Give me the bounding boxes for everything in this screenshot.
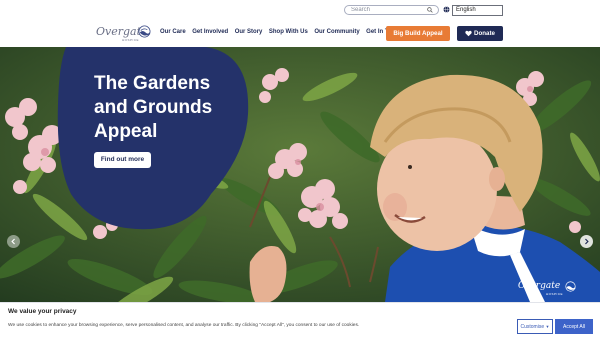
nav-item-our-story[interactable]: Our Story: [235, 29, 263, 35]
accept-all-button[interactable]: Accept All: [555, 319, 593, 334]
carousel-prev-button[interactable]: [7, 235, 20, 248]
uniform-logo-text: Overgate: [518, 281, 561, 291]
carousel-next-button[interactable]: [580, 235, 593, 248]
hero-title: The Gardens and Grounds Appeal: [94, 73, 213, 142]
customise-label: Customise: [520, 324, 545, 330]
big-build-appeal-button[interactable]: Big Build Appeal: [386, 26, 450, 41]
donate-button[interactable]: Donate: [457, 26, 503, 41]
chevron-left-icon: [11, 238, 15, 245]
chevron-right-icon: [585, 238, 589, 245]
uniform-logo: Overgate HOSPICE: [518, 281, 582, 301]
utility-bar: English: [0, 0, 600, 21]
nav-item-our-care[interactable]: Our Care: [160, 29, 186, 35]
heart-icon: [465, 30, 472, 37]
uniform-logo-subtext: HOSPICE: [546, 292, 564, 296]
nav-item-shop-with-us[interactable]: Shop With Us: [269, 29, 308, 35]
wave-logo-icon: [138, 25, 151, 38]
hero-banner: The Gardens and Grounds Appeal Find out …: [0, 47, 600, 302]
nav-item-our-community[interactable]: Our Community: [314, 29, 359, 35]
customise-button[interactable]: Customise ▼: [517, 319, 553, 334]
overgate-logo[interactable]: Overgate HOSPICE: [96, 24, 154, 44]
nav-menu: Our Care Get Involved Our Story Shop Wit…: [160, 29, 409, 35]
cookie-banner: We value your privacy We use cookies to …: [0, 302, 600, 338]
donate-label: Donate: [474, 30, 495, 37]
cookie-title: We value your privacy: [8, 308, 77, 315]
main-nav: Overgate HOSPICE Our Care Get Involved O…: [0, 21, 600, 47]
find-out-more-button[interactable]: Find out more: [94, 152, 151, 168]
search-input[interactable]: [351, 6, 423, 14]
wave-logo-icon: [565, 281, 576, 292]
logo-subtext: HOSPICE: [122, 38, 140, 42]
nav-item-get-involved[interactable]: Get Involved: [192, 29, 228, 35]
globe-icon: [443, 6, 450, 13]
cookie-text: We use cookies to enhance your browsing …: [8, 323, 360, 328]
chevron-down-icon: ▼: [545, 324, 550, 329]
language-select[interactable]: English: [452, 5, 503, 16]
search-box[interactable]: [344, 5, 439, 15]
search-icon[interactable]: [427, 7, 433, 13]
